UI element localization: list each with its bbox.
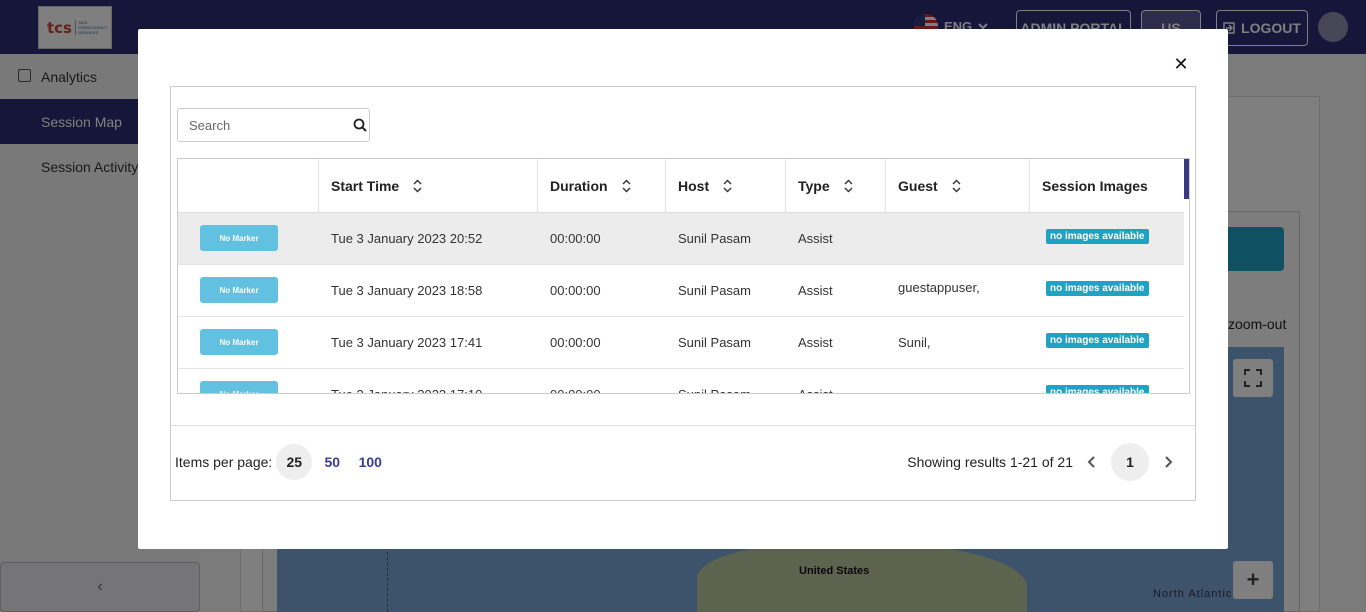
column-header-host[interactable]: Host [666, 159, 786, 213]
cell-duration: 00:00:00 [550, 369, 601, 393]
items-per-page-label: Items per page: [175, 454, 273, 470]
column-header-label: Start Time [331, 178, 400, 194]
column-header-label: Guest [898, 178, 938, 194]
cell-duration: 00:00:00 [550, 335, 601, 350]
results-count: Showing results 1-21 of 21 [907, 454, 1073, 470]
table-header: Start Time Duration Host Type Guest Sess… [178, 159, 1184, 213]
pagination: Showing results 1-21 of 21 1 [907, 443, 1187, 481]
cell-host: Sunil Pasam [678, 231, 751, 246]
column-header-label: Host [678, 178, 710, 194]
cell-duration: 00:00:00 [550, 231, 601, 246]
chevron-right-icon[interactable] [1161, 455, 1175, 469]
items-per-page: Items per page: 25 50 100 [175, 443, 388, 481]
cell-duration: 00:00:00 [550, 283, 601, 298]
cell-guest: Sunil, [898, 335, 931, 350]
sort-icon [622, 179, 631, 193]
sessions-table[interactable]: Start Time Duration Host Type Guest Sess… [177, 158, 1190, 394]
cell-type: Assist [798, 369, 833, 393]
page-size-100[interactable]: 100 [352, 444, 388, 480]
column-header-guest[interactable]: Guest [886, 159, 1030, 213]
session-images-badge: no images available [1046, 333, 1149, 348]
page-number[interactable]: 1 [1111, 443, 1149, 481]
column-header-duration[interactable]: Duration [538, 159, 666, 213]
no-marker-button[interactable]: No Marker [200, 225, 278, 251]
column-header-label: Type [798, 178, 830, 194]
cell-host: Sunil Pasam [678, 335, 751, 350]
table-row[interactable]: No Marker Tue 3 January 2023 18:58 00:00… [178, 265, 1184, 317]
search-icon[interactable] [353, 118, 367, 132]
page-size-25[interactable]: 25 [276, 444, 313, 480]
no-marker-button[interactable]: No Marker [200, 277, 278, 303]
session-list-modal: ✕ Start Time Duration Host [138, 29, 1228, 549]
column-header-type[interactable]: Type [786, 159, 886, 213]
session-images-badge: no images available [1046, 385, 1149, 393]
search-input[interactable] [178, 109, 343, 141]
sort-icon [844, 179, 853, 193]
search-box [177, 108, 370, 142]
cell-host: Sunil Pasam [678, 369, 751, 393]
no-marker-button[interactable]: No Marker [200, 329, 278, 355]
session-images-badge: no images available [1046, 281, 1149, 296]
column-header-marker [178, 159, 319, 213]
column-header-label: Duration [550, 178, 608, 194]
cell-guest: guestappuser, [898, 280, 980, 295]
column-header-label: Session Images [1042, 178, 1148, 194]
page-size-50[interactable]: 50 [314, 444, 350, 480]
table-scrollbar[interactable] [1184, 159, 1189, 199]
cell-type: Assist [798, 231, 833, 246]
no-marker-button[interactable]: No Marker [200, 381, 278, 393]
cell-start-time: Tue 3 January 2023 20:52 [331, 231, 483, 246]
sort-icon [723, 179, 732, 193]
cell-start-time: Tue 3 January 2023 17:10 [331, 369, 482, 393]
sort-icon [952, 179, 961, 193]
column-header-session-images: Session Images [1030, 159, 1184, 213]
table-row[interactable]: No Marker Tue 3 January 2023 17:10 00:00… [178, 369, 1184, 393]
table-row[interactable]: No Marker Tue 3 January 2023 17:41 00:00… [178, 317, 1184, 369]
cell-start-time: Tue 3 January 2023 18:58 [331, 283, 483, 298]
cell-host: Sunil Pasam [678, 283, 751, 298]
chevron-left-icon[interactable] [1085, 455, 1099, 469]
session-images-badge: no images available [1046, 229, 1149, 244]
close-icon[interactable]: ✕ [1172, 55, 1190, 73]
divider [171, 425, 1195, 426]
modal-body: Start Time Duration Host Type Guest [170, 86, 1196, 501]
cell-type: Assist [798, 283, 833, 298]
sort-icon [413, 179, 422, 193]
cell-start-time: Tue 3 January 2023 17:41 [331, 335, 483, 350]
table-row[interactable]: No Marker Tue 3 January 2023 20:52 00:00… [178, 213, 1184, 265]
cell-type: Assist [798, 335, 833, 350]
column-header-start-time[interactable]: Start Time [319, 159, 538, 213]
